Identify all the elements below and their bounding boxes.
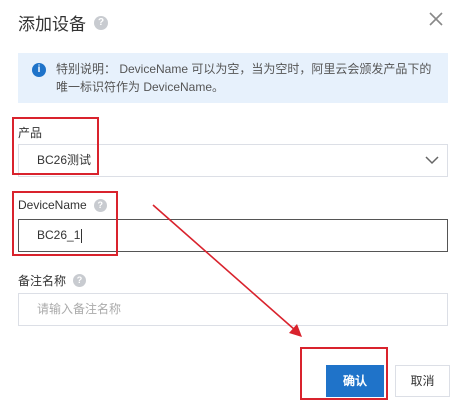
remark-input[interactable]: 请输入备注名称 [18, 293, 448, 326]
dialog-title: 添加设备 ? [18, 10, 108, 35]
notice-line-2: 唯一标识符作为 DeviceName。 [56, 80, 225, 94]
help-icon[interactable]: ? [94, 15, 108, 30]
cancel-button[interactable]: 取消 [395, 365, 450, 397]
remark-help-icon[interactable]: ? [73, 274, 87, 287]
chevron-down-icon [425, 156, 439, 165]
notice-line-1: 特别说明： DeviceName 可以为空，当为空时，阿里云会颁发产品下的 [56, 62, 432, 76]
remark-placeholder: 请输入备注名称 [37, 302, 122, 316]
remark-label: 备注名称 ? [18, 272, 87, 289]
dialog-title-text: 添加设备 [18, 15, 86, 34]
add-device-dialog: 添加设备 ? i 特别说明： DeviceName 可以为空，当为空时，阿里云会… [0, 0, 461, 401]
annotation-box-device-name [12, 191, 118, 256]
remark-label-text: 备注名称 [18, 274, 67, 288]
notice-banner: i 特别说明： DeviceName 可以为空，当为空时，阿里云会颁发产品下的 … [18, 53, 448, 103]
info-icon: i [32, 63, 46, 77]
close-icon[interactable] [425, 8, 447, 30]
annotation-box-product [12, 117, 99, 175]
annotation-box-confirm [300, 347, 388, 400]
